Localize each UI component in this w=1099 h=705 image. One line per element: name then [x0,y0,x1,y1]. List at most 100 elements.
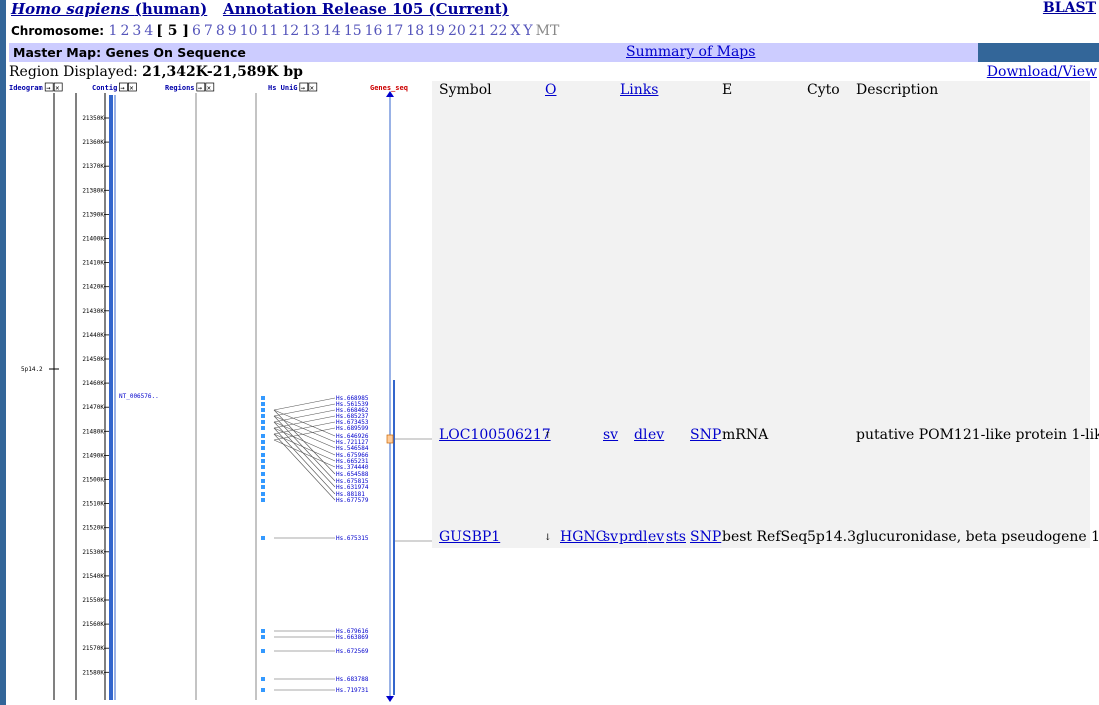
unigene-mark[interactable] [261,420,265,424]
unigene-mark[interactable] [261,453,265,457]
chromosome-link-19[interactable]: 19 [427,23,445,39]
unigene-mark[interactable] [261,414,265,418]
unigene-mark[interactable] [261,536,265,540]
unigene-connector [273,415,336,482]
unigene-mark[interactable] [261,402,265,406]
link-dl[interactable]: dl [634,427,647,443]
chromosome-link-21[interactable]: 21 [469,23,487,39]
unigene-mark[interactable] [261,396,265,400]
organism-link[interactable]: Homo sapiens (human) [11,0,207,18]
download-view-link[interactable]: Download/View [987,64,1097,80]
chromosome-link-2[interactable]: 2 [120,23,129,39]
unigene-mark[interactable] [261,434,265,438]
track-label[interactable]: Ideogram [9,84,43,92]
unigene-mark[interactable] [261,629,265,633]
summary-of-maps-link[interactable]: Summary of Maps [626,44,755,60]
ruler-tick-label: 21580K [82,669,104,676]
master-bar-accent [978,43,1099,62]
chromosome-link-17[interactable]: 17 [385,23,403,39]
unigene-mark[interactable] [261,492,265,496]
chromosome-link-13[interactable]: 13 [302,23,320,39]
contig-label: NT_006576.. [119,393,159,400]
unigene-mark[interactable] [261,635,265,639]
chromosome-link-8[interactable]: 8 [216,23,225,39]
col-header-evidence: E [722,82,733,98]
link-snp[interactable]: SNP [690,529,721,545]
link-ev[interactable]: ev [648,427,664,443]
unigene-connector [273,409,336,475]
unigene-mark[interactable] [261,677,265,681]
chromosome-link-12[interactable]: 12 [281,23,299,39]
link-pr[interactable]: pr [619,529,635,545]
ruler-tick-label: 21450K [82,356,104,363]
ruler-tick-label: 21460K [82,380,104,387]
link-snp[interactable]: SNP [690,427,721,443]
scroll-down-icon[interactable] [386,696,394,702]
unigene-mark[interactable] [261,688,265,692]
gene-symbol-link[interactable]: GUSBP1 [439,529,500,545]
unigene-label: Hs.675315 [336,535,369,542]
unigene-mark[interactable] [261,408,265,412]
unigene-mark[interactable] [261,649,265,653]
chromosome-link-6[interactable]: 6 [192,23,201,39]
track-label[interactable]: Genes_seq [370,84,408,92]
close-x: ✕ [55,84,59,92]
close-x: ✕ [129,84,133,92]
col-header-links[interactable]: Links [620,82,658,98]
link-sts[interactable]: sts [666,529,686,545]
chromosome-link-14[interactable]: 14 [323,23,341,39]
chromosome-link-18[interactable]: 18 [406,23,424,39]
chromosome-link-10[interactable]: 10 [240,23,258,39]
col-header-orientation[interactable]: O [545,82,556,98]
track-label[interactable]: Hs UniG [268,84,298,92]
unigene-mark[interactable] [261,498,265,502]
ruler-tick-label: 21360K [82,139,104,146]
unigene-label: Hs.663869 [336,634,369,641]
chromosome-link-20[interactable]: 20 [448,23,466,39]
current-chromosome: [ 5 ] [156,23,189,39]
unigene-mark[interactable] [261,472,265,476]
gene-highlight[interactable] [386,434,394,444]
link-sv[interactable]: sv [603,427,618,443]
unigene-label: Hs.546584 [336,445,369,452]
chromosome-link-4[interactable]: 4 [144,23,153,39]
chromosome-link-15[interactable]: 15 [344,23,362,39]
unigene-mark[interactable] [261,459,265,463]
ruler-tick-label: 21390K [82,211,104,218]
unigene-mark[interactable] [261,446,265,450]
col-header-cyto: Cyto [807,82,840,98]
release-link[interactable]: Annotation Release 105 (Current) [223,0,509,18]
link-ev[interactable]: ev [648,529,664,545]
link-hgnc[interactable]: HGNC [560,529,606,545]
unigene-mark[interactable] [261,465,265,469]
unigene-mark[interactable] [261,440,265,444]
ruler-tick-label: 21400K [82,236,104,243]
link-dl[interactable]: dl [634,529,647,545]
chromosome-label: Chromosome: [11,24,105,38]
sequence-map[interactable]: Ideogram → ✕ Contig → ✕ Regions → ✕ Hs UniG → ✕ Gene… [6,80,432,705]
track-label[interactable]: Regions [165,84,195,92]
chromosome-link-11[interactable]: 11 [261,23,279,39]
unigene-label: Hs.677579 [336,497,369,504]
unigene-mark[interactable] [261,479,265,483]
contig-bar[interactable] [109,95,113,700]
region-displayed: Region Displayed: 21,342K-21,589K bp [9,64,303,80]
blast-link[interactable]: BLAST [1043,0,1096,16]
track-label[interactable]: Contig [92,84,117,92]
chromosome-link-Y[interactable]: Y [523,23,532,39]
blast-link-wrap: BLAST [1043,0,1096,16]
evidence-value: best RefSeq [722,529,808,545]
chromosome-link-7[interactable]: 7 [204,23,213,39]
chromosome-link-3[interactable]: 3 [132,23,141,39]
unigene-mark[interactable] [261,426,265,430]
ruler-tick-label: 21540K [82,573,104,580]
chromosome-link-X[interactable]: X [510,23,520,39]
link-sv[interactable]: sv [603,529,618,545]
chromosome-link-16[interactable]: 16 [365,23,383,39]
gene-symbol-link[interactable]: LOC100506217 [439,427,551,443]
chromosome-link-22[interactable]: 22 [490,23,508,39]
unigene-connector [273,397,336,411]
unigene-mark[interactable] [261,485,265,489]
chromosome-link-1[interactable]: 1 [109,23,118,39]
chromosome-link-9[interactable]: 9 [228,23,237,39]
